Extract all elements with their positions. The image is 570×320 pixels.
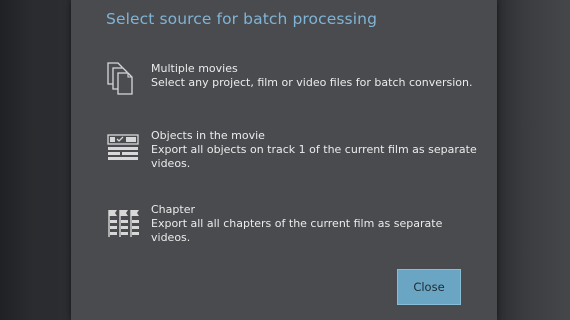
- film-objects-icon: [107, 129, 141, 165]
- option-objects-in-movie[interactable]: Objects in the movie Export all objects …: [107, 129, 487, 175]
- option-chapter-text: Chapter Export all all chapters of the c…: [151, 203, 481, 244]
- option-title: Chapter: [151, 203, 195, 216]
- option-description: Export all all chapters of the current f…: [151, 216, 443, 244]
- option-description: Export all objects on track 1 of the cur…: [151, 142, 477, 170]
- option-multiple-movies[interactable]: Multiple movies Select any project, film…: [107, 62, 487, 98]
- chapter-icon: [107, 203, 141, 239]
- dialog-title: Select source for batch processing: [106, 10, 378, 28]
- option-description: Select any project, film or video files …: [151, 75, 473, 89]
- batch-processing-dialog: Select source for batch processing Multi…: [71, 0, 497, 320]
- documents-stack-icon: [107, 62, 141, 98]
- option-objects-text: Objects in the movie Export all objects …: [151, 129, 481, 170]
- option-title: Multiple movies: [151, 62, 238, 75]
- option-multiple-movies-text: Multiple movies Select any project, film…: [151, 62, 481, 90]
- close-button[interactable]: Close: [397, 269, 461, 305]
- option-title: Objects in the movie: [151, 129, 265, 142]
- option-chapter[interactable]: Chapter Export all all chapters of the c…: [107, 203, 487, 249]
